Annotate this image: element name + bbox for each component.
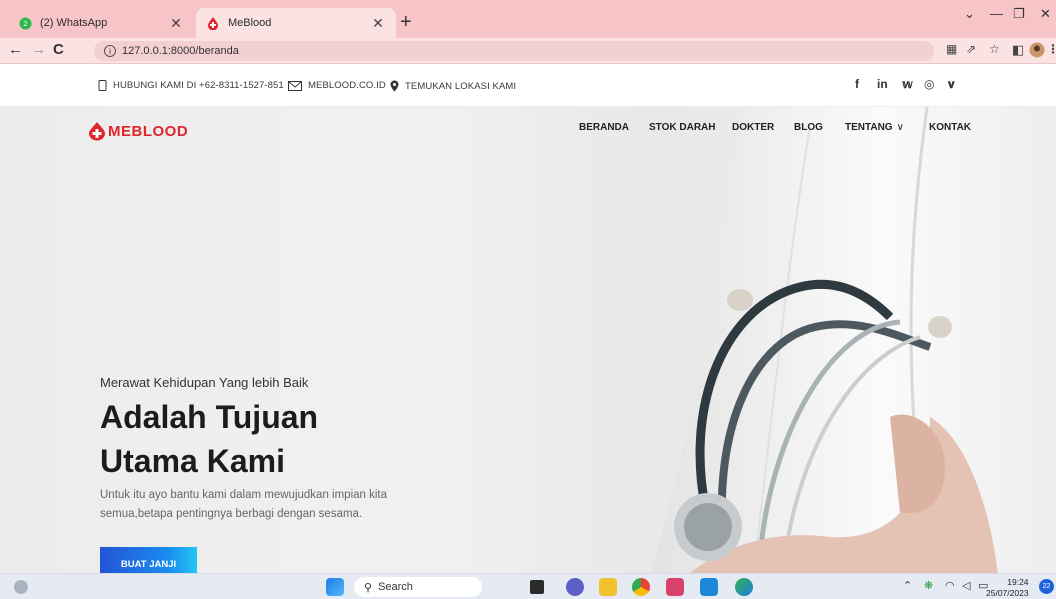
windows-start-icon[interactable] [326,578,344,596]
taskbar-search[interactable]: ⚲ Search [354,577,482,597]
tab-meblood[interactable]: MeBlood ✕ [196,8,396,38]
email-contact[interactable]: MEBLOOD.CO.ID [288,80,386,91]
hero-section: MEBLOOD BERANDA STOK DARAH DOKTER BLOG T… [0,107,1056,573]
back-icon[interactable]: ← [8,41,23,58]
file-explorer-icon[interactable] [599,578,617,596]
nav-tentang[interactable]: TENTANG ∨ [845,122,904,133]
address-bar[interactable]: i 127.0.0.1:8000/beranda [94,41,934,61]
nav-stok-darah[interactable]: STOK DARAH [649,122,715,133]
tab-search-chevron-icon[interactable]: ⌄ [964,6,975,22]
meblood-favicon-icon [206,16,220,30]
restore-icon[interactable]: ❐ [1013,6,1025,22]
whatsapp-icon: 2 [18,16,32,30]
minimize-icon[interactable]: — [990,6,1003,21]
vscode-icon[interactable] [700,578,718,596]
url-text: 127.0.0.1:8000/beranda [122,45,239,57]
close-tab-icon[interactable]: ✕ [370,15,386,32]
app-tray-icon[interactable]: ❋ [924,579,933,592]
vimeo-icon[interactable]: 𝐯 [948,77,955,92]
app-icon[interactable] [666,578,684,596]
system-clock[interactable]: 19:24 25/07/2023 [986,577,1029,599]
buat-janji-button[interactable]: BUAT JANJI [100,547,197,573]
mail-icon [288,80,302,91]
nav-blog[interactable]: BLOG [794,122,823,133]
tab-whatsapp[interactable]: 2 (2) WhatsApp ✕ [8,8,194,38]
teams-chat-icon[interactable] [566,578,584,596]
hero-description: Untuk itu ayo bantu kami dalam mewujudka… [100,489,388,520]
nav-kontak[interactable]: KONTAK [929,122,971,133]
tab-title: MeBlood [228,17,272,29]
svg-text:2: 2 [23,20,27,28]
profile-avatar[interactable] [1029,42,1045,61]
notification-badge[interactable]: 22 [1039,579,1054,594]
linkedin-icon[interactable]: in [877,77,888,91]
translate-icon[interactable]: ▦ [946,42,957,56]
share-icon[interactable]: ⇗ [966,42,976,56]
tab-title: (2) WhatsApp [40,17,108,29]
phone-contact[interactable]: HUBUNGI KAMI DI +62-8311-1527-851 [98,80,284,91]
nav-beranda[interactable]: BERANDA [579,122,629,133]
wifi-icon[interactable]: ◠ [945,579,955,592]
reload-icon[interactable]: C [53,41,64,58]
phone-text: HUBUNGI KAMI DI +62-8311-1527-851 [113,80,284,91]
nav-tentang-label: TENTANG [845,122,893,133]
browser-toolbar: ← → C i 127.0.0.1:8000/beranda ▦ ⇗ ☆ ◧ ⋮ [0,38,1056,64]
hero-headline-line2: Utama Kami [100,443,285,479]
hero-headline-line1: Adalah Tujuan [100,399,319,435]
browser-menu-icon[interactable]: ⋮ [1047,42,1056,56]
location-pin-icon [390,80,399,92]
logo-text: MEBLOOD [108,122,189,140]
clock-time: 19:24 [1007,577,1029,587]
close-window-icon[interactable]: ✕ [1040,6,1051,22]
contact-info-bar: HUBUNGI KAMI DI +62-8311-1527-851 MEBLOO… [0,65,1056,107]
clock-date: 25/07/2023 [986,588,1029,598]
browser-tab-strip: 2 (2) WhatsApp ✕ MeBlood ✕ + ⌄ — ❐ ✕ [0,0,1056,38]
side-panel-icon[interactable]: ◧ [1012,42,1024,58]
edge-icon[interactable] [735,578,753,596]
info-icon[interactable]: i [104,45,116,57]
location-text: TEMUKAN LOKASI KAMI [405,80,517,92]
widgets-icon[interactable] [14,580,28,594]
phone-icon [98,80,107,91]
taskbar-search-label: Search [378,581,413,593]
email-text: MEBLOOD.CO.ID [308,80,386,91]
new-tab-button[interactable]: + [400,12,412,32]
tray-chevron-icon[interactable]: ⌃ [903,579,912,592]
site-logo[interactable]: MEBLOOD [88,121,188,141]
windows-taskbar: ⚲ Search ⌃ ❋ ◠ ◁ ▭ 19:24 25/07/2023 22 [0,573,1056,599]
volume-icon[interactable]: ◁ [962,579,970,592]
instagram-icon[interactable]: ◎ [924,77,934,91]
chrome-icon[interactable] [632,578,650,596]
task-view-icon[interactable] [530,580,544,594]
location-contact[interactable]: TEMUKAN LOKASI KAMI [390,80,516,92]
twitter-icon[interactable]: 𝕨 [902,77,913,91]
facebook-icon[interactable]: f [855,77,859,91]
blood-drop-logo-icon [89,122,105,141]
search-icon: ⚲ [364,581,373,594]
close-tab-icon[interactable]: ✕ [168,15,184,32]
doctor-stethoscope-image [650,107,1056,573]
nav-dokter[interactable]: DOKTER [732,122,774,133]
bookmark-star-icon[interactable]: ☆ [989,42,1000,56]
hero-subtitle: Merawat Kehidupan Yang lebih Baik [100,375,309,390]
chevron-down-icon: ∨ [896,122,904,133]
forward-icon[interactable]: → [31,41,46,58]
